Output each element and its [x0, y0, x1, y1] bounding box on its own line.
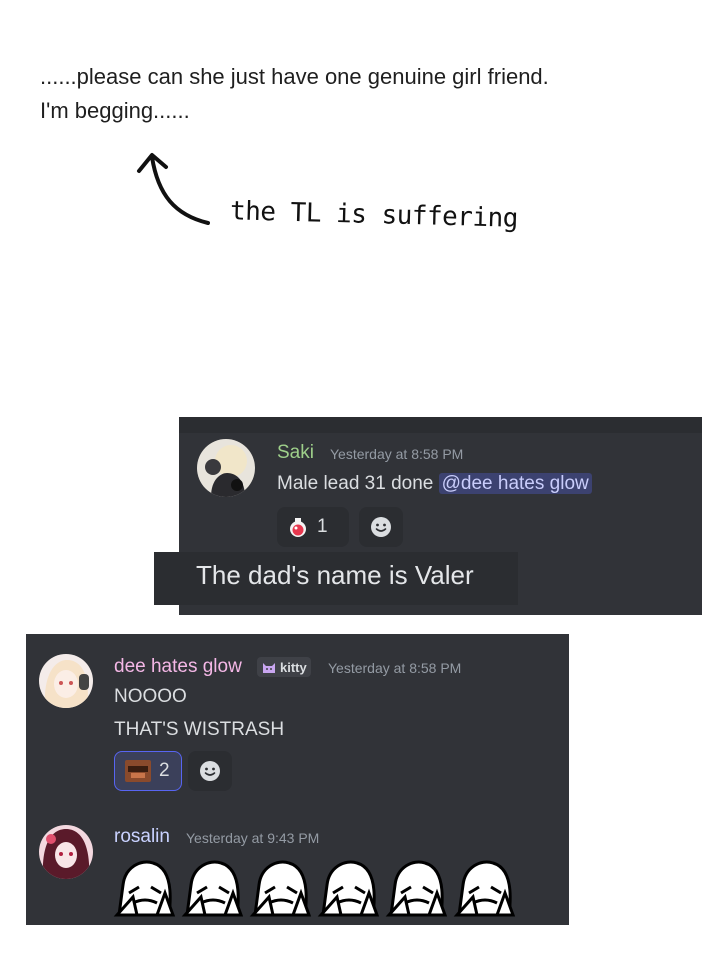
reaction-count: 2 [159, 760, 170, 781]
add-reaction-button[interactable] [188, 751, 232, 791]
curved-arrow-icon [137, 153, 210, 225]
cringe-face-sticker-icon[interactable] [385, 853, 449, 917]
server-tag[interactable]: kitty [257, 657, 311, 677]
username[interactable]: rosalin [114, 826, 170, 848]
username[interactable]: dee hates glow [114, 656, 242, 678]
message-line: THAT'S WISTRASH [114, 719, 285, 740]
user-mention[interactable]: @dee hates glow [438, 473, 592, 494]
avatar[interactable] [39, 654, 93, 708]
reaction-count: 1 [317, 516, 328, 537]
panel-top-band [179, 417, 702, 433]
sticker-row [113, 853, 517, 917]
reaction-button-active[interactable]: 2 [114, 751, 182, 791]
message-line: NOOOO [114, 686, 187, 707]
cringe-face-sticker-icon[interactable] [453, 853, 517, 917]
message-text: Male lead 31 done @dee hates glow [277, 473, 592, 495]
cat-icon [263, 663, 275, 673]
caption-text: The dad's name is Valer [196, 560, 474, 590]
cringe-face-sticker-icon[interactable] [317, 853, 381, 917]
discord-message-panel-2: dee hates glow kitty Yesterday at 8:58 P… [26, 634, 569, 925]
tag-label: kitty [280, 659, 307, 675]
timestamp: Yesterday at 8:58 PM [328, 660, 462, 676]
handwritten-note: the TL is suffering [229, 196, 519, 234]
avatar[interactable] [197, 439, 255, 497]
cringe-face-sticker-icon[interactable] [249, 853, 313, 917]
cringe-face-sticker-icon[interactable] [113, 853, 177, 917]
smiley-icon [200, 761, 220, 781]
message-prefix: Male lead 31 done [277, 473, 439, 494]
potion-emoji-icon [290, 518, 306, 537]
timestamp: Yesterday at 8:58 PM [330, 446, 464, 462]
timestamp: Yesterday at 9:43 PM [186, 830, 320, 846]
smiley-icon [371, 517, 391, 537]
quote-line-2: I'm begging...... [40, 98, 190, 123]
reaction-button[interactable]: 1 [277, 507, 349, 547]
cringe-face-sticker-icon[interactable] [181, 853, 245, 917]
face-emoji-icon [125, 760, 151, 782]
add-reaction-button[interactable] [359, 507, 403, 547]
username[interactable]: Saki [277, 442, 314, 464]
quote-line-1: ......please can she just have one genui… [40, 64, 549, 89]
avatar[interactable] [39, 825, 93, 879]
quoted-text: ......please can she just have one genui… [40, 60, 680, 128]
